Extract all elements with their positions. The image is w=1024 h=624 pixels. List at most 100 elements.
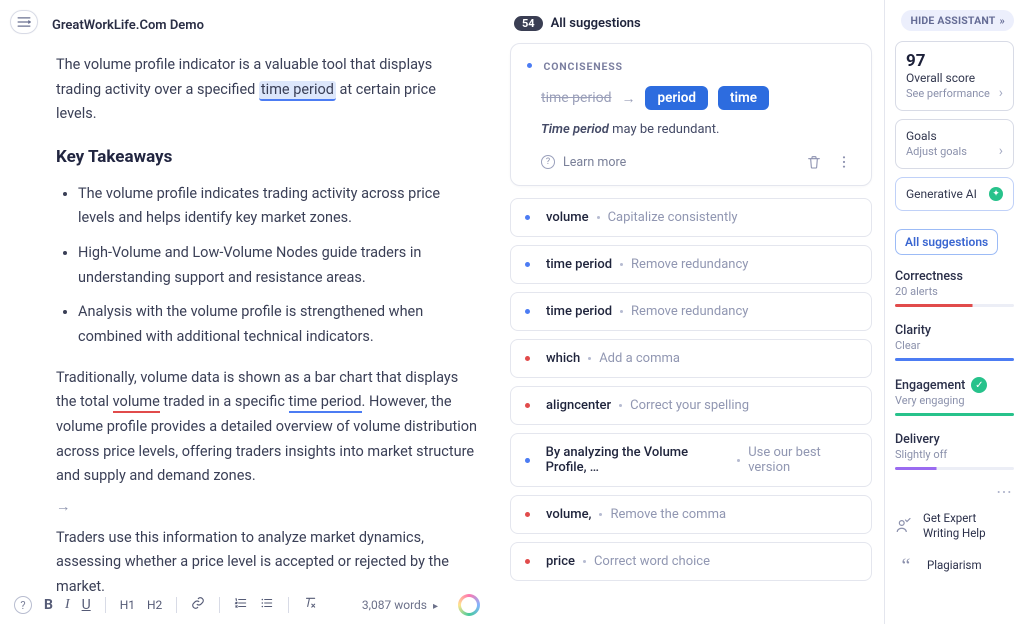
separator-dot [737, 459, 740, 462]
category-list: Correctness20 alerts ClarityClear Engageme… [895, 269, 1014, 470]
category-delivery[interactable]: DeliverySlightly off [895, 432, 1014, 470]
highlight-time-period[interactable]: time period [259, 81, 336, 101]
category-name: Delivery [895, 432, 940, 447]
dot-icon [525, 403, 530, 408]
ordered-list-button[interactable] [234, 596, 248, 614]
h1-button[interactable]: H1 [120, 598, 135, 612]
separator-dot [620, 263, 623, 266]
help-icon[interactable]: ? [14, 596, 32, 614]
chevron-right-icon: › [999, 143, 1003, 159]
paragraph: Traders use this information to analyze … [56, 526, 480, 600]
suggestion-mini-item[interactable]: volumeCapitalize consistently [510, 198, 872, 237]
document-body[interactable]: The volume profile indicator is a valuab… [0, 33, 500, 599]
category-name: Clarity [895, 323, 931, 338]
menu-button[interactable] [10, 10, 38, 34]
separator [105, 597, 106, 613]
more-button[interactable] [833, 151, 855, 173]
dot-icon [525, 309, 530, 314]
mini-hint: Capitalize consistently [608, 210, 738, 225]
goals-label: Goals [906, 129, 1003, 143]
chevron-right-icon: › [999, 85, 1003, 101]
suggestion-mini-item[interactable]: priceCorrect word choice [510, 542, 872, 581]
category-clarity[interactable]: ClarityClear [895, 323, 1014, 361]
suggestion-mini-item[interactable]: whichAdd a comma [510, 339, 872, 378]
category-sub: Slightly off [895, 448, 1014, 461]
text-arrow: → [56, 495, 480, 520]
suggestions-header: 54 All suggestions [510, 16, 872, 43]
check-icon: ✓ [971, 377, 987, 393]
person-icon [895, 517, 913, 535]
suggestion-card-expanded[interactable]: CONCISENESS time period → period time Ti… [510, 43, 872, 186]
suggestion-tag-row: CONCISENESS [527, 58, 855, 74]
dot-icon [525, 559, 530, 564]
suggestions-pane: 54 All suggestions CONCISENESS time peri… [500, 0, 884, 624]
separator-dot [599, 513, 602, 516]
dot-icon [525, 512, 530, 517]
underline-volume[interactable]: volume [113, 393, 160, 413]
word-count[interactable]: 3,087 words ▸ [362, 598, 438, 612]
dismiss-button[interactable] [803, 151, 825, 173]
hide-assistant-button[interactable]: HIDE ASSISTANT » [901, 10, 1014, 31]
clear-formatting-button[interactable] [303, 596, 317, 614]
suggestion-description: Time period may be redundant. [541, 122, 855, 137]
get-expert-help[interactable]: Get Expert Writing Help [895, 505, 1014, 547]
list-item: The volume profile indicates trading act… [78, 182, 480, 231]
overall-score-card[interactable]: 97 Overall score See performance › [895, 41, 1014, 111]
key-takeaways-list: The volume profile indicates trading act… [56, 182, 480, 350]
goals-card[interactable]: Goals Adjust goals › [895, 119, 1014, 169]
replacement-chip-period[interactable]: period [645, 86, 707, 110]
separator-dot [597, 216, 600, 219]
category-engagement[interactable]: Engagement✓Very engaging [895, 377, 1014, 416]
italic-button[interactable]: I [65, 597, 70, 613]
category-sub: 20 alerts [895, 285, 1014, 298]
caret-icon: ▸ [433, 601, 438, 612]
link-button[interactable] [191, 596, 205, 614]
mini-hint: Remove redundancy [631, 304, 748, 319]
list-item: Analysis with the volume profile is stre… [78, 300, 480, 349]
assistant-orb-icon[interactable] [458, 594, 480, 616]
separator [288, 597, 289, 613]
mini-hint: Remove redundancy [631, 257, 748, 272]
suggestion-replacement-row: time period → period time [541, 86, 855, 110]
sparkle-icon [989, 187, 1003, 201]
dot-icon [525, 215, 530, 220]
plagiarism-check[interactable]: “ Plagiarism [895, 547, 1014, 585]
category-bar [895, 413, 1014, 416]
suggestion-mini-item[interactable]: time periodRemove redundancy [510, 292, 872, 331]
separator [219, 597, 220, 613]
category-correctness[interactable]: Correctness20 alerts [895, 269, 1014, 307]
separator-dot [588, 357, 591, 360]
editor-toolbar: ? B I U H1 H2 [14, 594, 480, 616]
underline-button[interactable]: U [82, 597, 91, 613]
underline-time-period[interactable]: time period [289, 393, 362, 413]
all-suggestions-filter[interactable]: All suggestions [895, 229, 998, 255]
expert-label: Get Expert Writing Help [923, 511, 1014, 541]
separator-dot [619, 404, 622, 407]
unordered-list-button[interactable] [260, 596, 274, 614]
paragraph: Traditionally, volume data is shown as a… [56, 366, 480, 489]
arrow-icon: → [621, 90, 635, 107]
learn-more-link[interactable]: Learn more [563, 155, 626, 170]
dot-icon [525, 356, 530, 361]
kebab-icon [836, 154, 852, 170]
trash-icon [806, 154, 822, 170]
more-menu[interactable]: ⋯ [895, 482, 1012, 501]
score-value: 97 [906, 51, 1003, 71]
info-icon: ? [541, 155, 555, 169]
replacement-chip-time[interactable]: time [718, 86, 769, 110]
category-name: Correctness [895, 269, 963, 284]
category-bar [895, 467, 1014, 470]
suggestion-mini-item[interactable]: volume,Remove the comma [510, 495, 872, 534]
generative-ai-card[interactable]: Generative AI [895, 177, 1014, 211]
suggestion-mini-item[interactable]: By analyzing the Volume Profile, …Use ou… [510, 433, 872, 487]
h2-button[interactable]: H2 [147, 598, 162, 612]
assistant-sidebar: HIDE ASSISTANT » 97 Overall score See pe… [884, 0, 1024, 624]
link-icon [191, 596, 205, 610]
goals-sublabel: Adjust goals [906, 145, 967, 158]
bold-button[interactable]: B [44, 597, 53, 613]
mini-term: By analyzing the Volume Profile, … [546, 445, 730, 475]
suggestion-mini-item[interactable]: time periodRemove redundancy [510, 245, 872, 284]
suggestions-title: All suggestions [551, 16, 641, 31]
category-bar [895, 358, 1014, 361]
suggestion-mini-item[interactable]: aligncenterCorrect your spelling [510, 386, 872, 425]
